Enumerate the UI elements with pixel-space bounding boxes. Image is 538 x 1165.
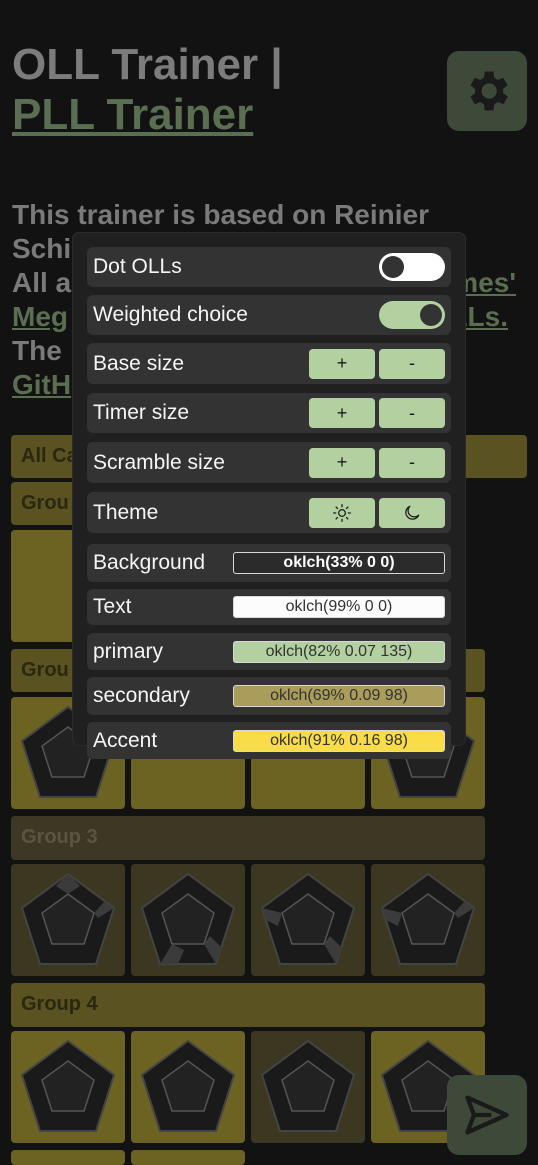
group-4-label: Group 4	[21, 993, 98, 1015]
oll-case-icon	[260, 1039, 356, 1132]
setting-timer-size: Timer size + -	[87, 393, 451, 433]
light-theme-button[interactable]	[309, 497, 375, 528]
case-tile[interactable]	[131, 1031, 245, 1143]
case-tile[interactable]	[131, 1150, 245, 1165]
case-tile[interactable]	[131, 864, 245, 976]
pll-trainer-link[interactable]: PLL Trainer	[12, 90, 253, 139]
base-size-decrease-button[interactable]: -	[379, 348, 445, 379]
gear-icon	[470, 71, 508, 111]
text-color-label: Text	[93, 595, 132, 618]
base-size-increase-button[interactable]: +	[309, 348, 375, 379]
primary-color-label: primary	[93, 639, 164, 663]
setting-text-color: Text oklch(99% 0 0)	[87, 589, 451, 625]
accent-color-input[interactable]: oklch(91% 0.16 98)	[233, 729, 445, 752]
timer-size-label: Timer size	[93, 401, 190, 424]
setting-background-color: Background oklch(33% 0 0)	[87, 544, 451, 582]
oll-case-icon	[140, 1039, 236, 1132]
intro-link-meg[interactable]: Meg	[12, 301, 68, 332]
case-tile[interactable]	[11, 530, 75, 642]
primary-color-input[interactable]: oklch(82% 0.07 135)	[233, 640, 445, 663]
setting-accent-color: Accent oklch(91% 0.16 98)	[87, 722, 451, 759]
oll-case-icon	[380, 872, 476, 965]
timer-size-decrease-button[interactable]: -	[379, 398, 445, 428]
setting-dot-olls: Dot OLLs	[87, 247, 451, 287]
base-size-label: Base size	[93, 351, 185, 375]
case-tile[interactable]	[11, 1031, 125, 1143]
background-color-label: Background	[93, 551, 206, 574]
all-cases-label: All Ca	[21, 445, 78, 467]
scramble-size-increase-button[interactable]: +	[309, 447, 375, 478]
case-tile[interactable]	[251, 1031, 365, 1143]
dot-olls-label: Dot OLLs	[93, 255, 182, 278]
github-link[interactable]: GitH	[12, 369, 71, 400]
setting-primary-color: primary oklch(82% 0.07 135)	[87, 633, 451, 670]
scramble-size-decrease-button[interactable]: -	[379, 447, 445, 478]
title-text: OLL Trainer |	[12, 40, 283, 89]
moon-icon	[405, 505, 420, 520]
oll-case-icon	[140, 872, 236, 965]
settings-button[interactable]	[447, 51, 527, 131]
submit-button[interactable]	[447, 1075, 527, 1155]
group-1-header[interactable]: Grou	[11, 482, 81, 525]
oll-case-icon	[20, 872, 116, 965]
sun-icon	[333, 503, 351, 522]
accent-color-label: Accent	[93, 728, 158, 752]
page-title: OLL Trainer | PLL Trainer	[12, 40, 283, 140]
group-3-label: Group 3	[21, 826, 98, 848]
setting-theme: Theme	[87, 492, 451, 533]
setting-secondary-color: secondary oklch(69% 0.09 98)	[87, 677, 451, 715]
background-color-input[interactable]: oklch(33% 0 0)	[233, 552, 445, 574]
setting-scramble-size: Scramble size + -	[87, 442, 451, 483]
setting-weighted-choice: Weighted choice	[87, 295, 451, 335]
settings-panel: Dot OLLs Weighted choice Base size + - T…	[73, 233, 465, 759]
theme-label: Theme	[93, 500, 159, 524]
group-3-header[interactable]: Group 3	[11, 816, 485, 860]
weighted-choice-label: Weighted choice	[93, 303, 248, 326]
group-1-label: Grou	[21, 492, 69, 514]
case-tile[interactable]	[251, 864, 365, 976]
dark-theme-button[interactable]	[379, 497, 445, 528]
weighted-choice-toggle[interactable]	[379, 301, 445, 329]
text-color-input[interactable]: oklch(99% 0 0)	[233, 596, 445, 618]
secondary-color-input[interactable]: oklch(69% 0.09 98)	[233, 685, 445, 707]
secondary-color-label: secondary	[93, 684, 190, 707]
scramble-size-label: Scramble size	[93, 450, 225, 474]
setting-base-size: Base size + -	[87, 343, 451, 384]
group-4-header[interactable]: Group 4	[11, 983, 485, 1027]
intro-line-1: This trainer is based on Reinier	[12, 199, 430, 230]
case-tile[interactable]	[371, 864, 485, 976]
send-icon	[465, 1095, 509, 1135]
case-tile[interactable]	[11, 1150, 125, 1165]
group-2-label: Grou	[21, 659, 69, 681]
case-tile[interactable]	[11, 864, 125, 976]
oll-case-icon	[20, 1039, 116, 1132]
oll-case-icon	[260, 872, 356, 965]
timer-size-increase-button[interactable]: +	[309, 398, 375, 428]
dot-olls-toggle[interactable]	[379, 253, 445, 281]
